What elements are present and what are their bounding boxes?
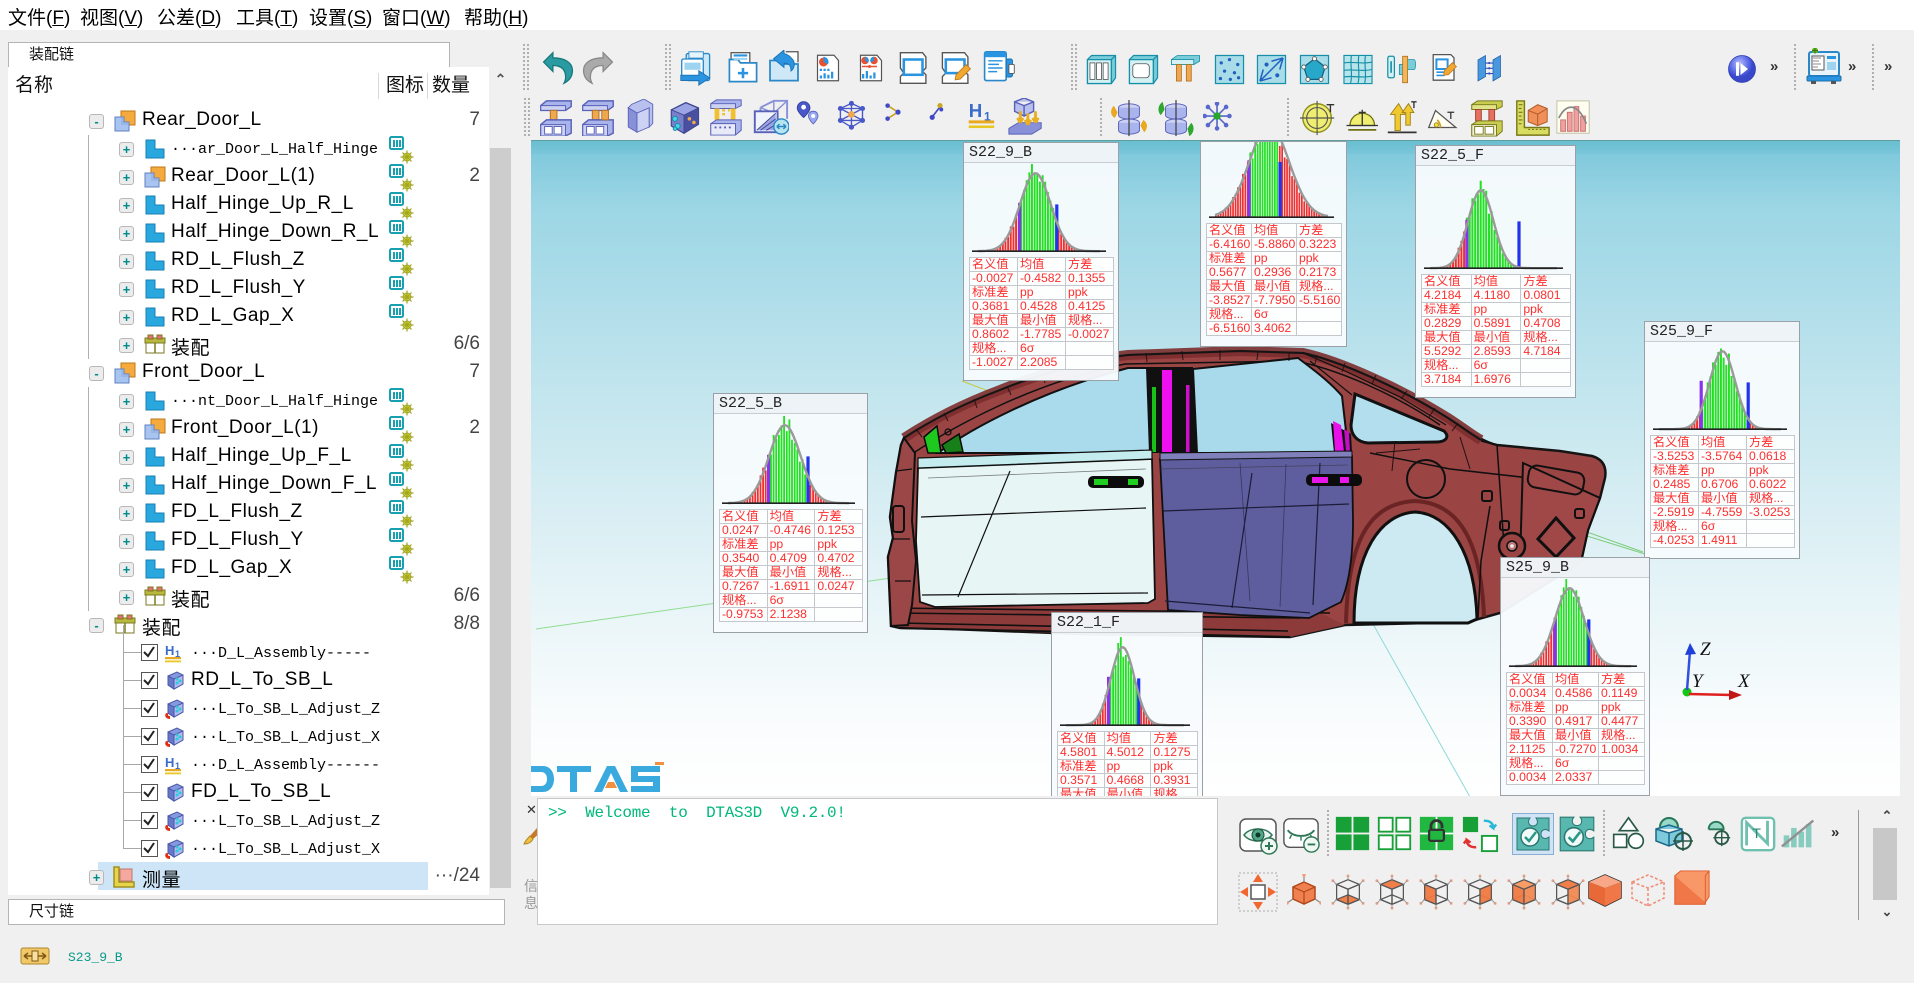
svg-text:Y: Y: [1692, 671, 1705, 692]
svg-text:T: T: [1752, 826, 1761, 842]
svg-text:Z: Z: [1700, 639, 1711, 660]
svg-text:H: H: [969, 100, 983, 121]
svg-text:H: H: [165, 755, 174, 770]
svg-text:H: H: [165, 643, 174, 658]
svg-text:X: X: [1737, 671, 1751, 692]
